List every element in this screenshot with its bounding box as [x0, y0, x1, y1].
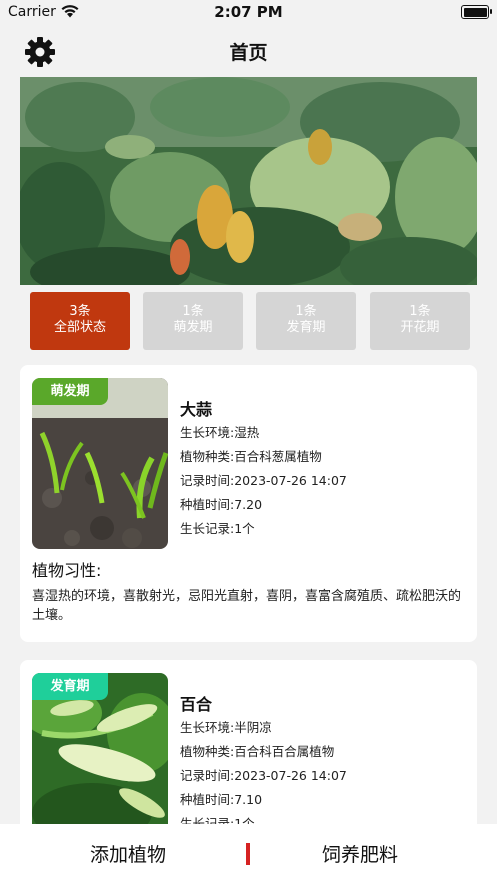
plant-species: 植物种类:百合科葱属植物: [180, 449, 322, 464]
plant-environment: 生长环境:半阴凉: [180, 720, 272, 735]
plant-environment: 生长环境:湿热: [180, 425, 260, 440]
tab-growth[interactable]: 1条 发育期: [256, 292, 356, 350]
plant-record-time: 记录时间:2023-07-26 14:07: [180, 768, 347, 783]
page-title: 首页: [229, 42, 268, 64]
tab-count: 1条: [182, 304, 204, 319]
tab-count: 3条: [69, 304, 91, 319]
plant-name: 百合: [180, 695, 213, 714]
status-bar: Carrier 2:07 PM: [0, 0, 497, 26]
plant-plant-time: 种植时间:7.10: [180, 792, 263, 807]
fertilize-button[interactable]: 饲养肥料: [322, 840, 398, 867]
tab-label: 发育期: [286, 320, 326, 335]
plant-plant-time: 种植时间:7.20: [180, 497, 263, 512]
tab-label: 萌发期: [173, 320, 213, 335]
clock: 2:07 PM: [214, 3, 283, 21]
tab-label: 开花期: [400, 320, 440, 335]
tab-flowering[interactable]: 1条 开花期: [370, 292, 470, 350]
status-badge: 发育期: [32, 673, 108, 700]
tab-germination[interactable]: 1条 萌发期: [143, 292, 243, 350]
battery-icon: [461, 5, 492, 19]
tab-count: 1条: [295, 304, 317, 319]
plant-records: 生长记录:1个: [180, 521, 255, 536]
habit-heading: 植物习性:: [32, 561, 102, 580]
tab-count: 1条: [409, 304, 431, 319]
status-filter-tabs: 3条 全部状态 1条 萌发期 1条 发育期 1条 开花期: [30, 292, 470, 350]
jungle-illustration: [20, 77, 477, 285]
banner-image: [20, 77, 477, 285]
add-plant-button[interactable]: 添加植物: [90, 840, 166, 867]
habit-text: 喜湿热的环境，喜散射光，忌阳光直射，喜阴，喜富含腐殖质、疏松肥沃的土壤。: [32, 589, 462, 623]
plant-card[interactable]: 萌发期 大蒜 生长环境:湿热 植物种类:百合科葱属植物 记录时间:2023-07…: [20, 365, 477, 642]
tab-label: 全部状态: [53, 320, 106, 335]
plant-species: 植物种类:百合科百合属植物: [180, 744, 335, 759]
divider: [246, 843, 250, 865]
plant-name: 大蒜: [180, 400, 213, 419]
tab-all-status[interactable]: 3条 全部状态: [30, 292, 130, 350]
plant-record-time: 记录时间:2023-07-26 14:07: [180, 473, 347, 488]
bottom-action-bar: 添加植物 饲养肥料: [0, 824, 497, 883]
status-badge: 萌发期: [32, 378, 108, 405]
